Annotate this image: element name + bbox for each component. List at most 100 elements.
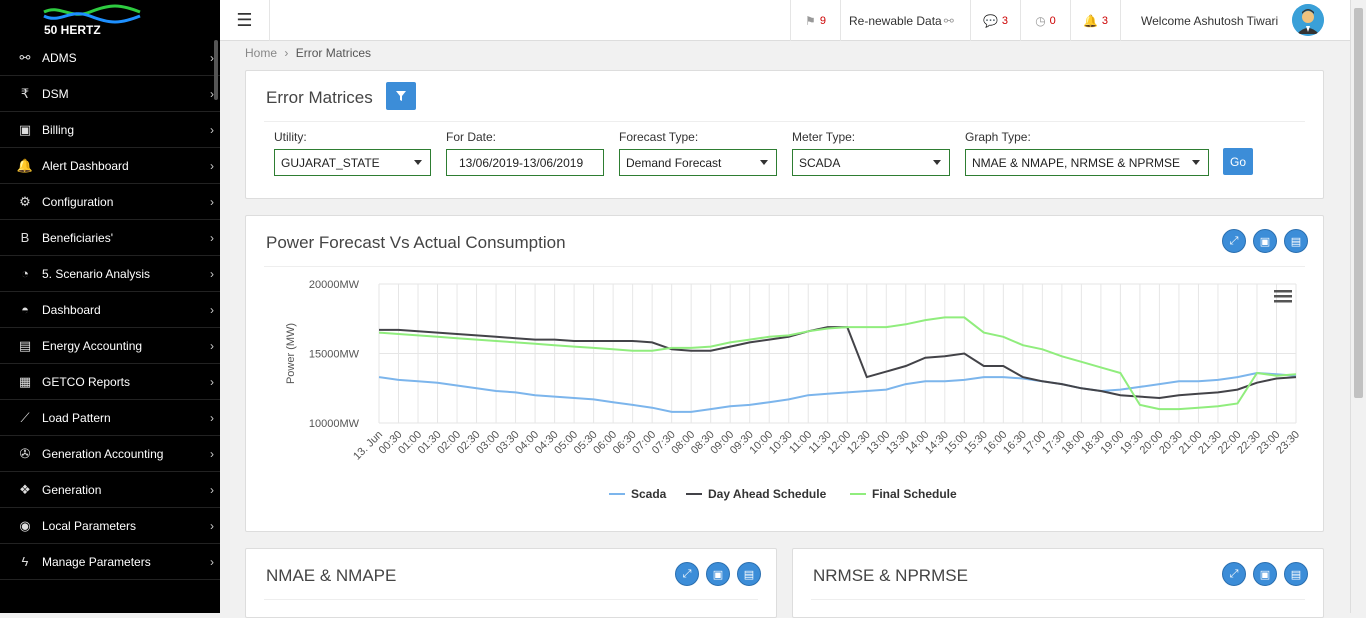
page-scrollbar[interactable] — [1350, 0, 1366, 613]
graph-type-select[interactable]: NMAE & NMAPE, NRMSE & NPRMSE — [965, 149, 1209, 176]
clock-notifications[interactable]: ◷ 0 — [1020, 0, 1070, 41]
breadcrumb-current: Error Matrices — [295, 46, 372, 60]
x-tick-label: 23:30 — [1274, 429, 1302, 457]
chart-menu-icon — [1274, 300, 1292, 303]
chevron-right-icon: › — [210, 446, 214, 461]
expand-button[interactable]: ⤢ — [675, 562, 699, 586]
sidebar-item-label: Manage Parameters — [42, 554, 151, 569]
renewable-data-link[interactable]: Re-newable Data ⚯ — [840, 0, 970, 41]
chevron-right-icon: › — [210, 338, 214, 353]
sidebar-scrollbar[interactable] — [214, 40, 218, 100]
bell-notifications[interactable]: 🔔 3 — [1070, 0, 1120, 41]
nrmse-panel-title: NRMSE & NPRMSE — [813, 566, 968, 585]
user-avatar-icon — [1292, 4, 1324, 36]
meter-type-select[interactable]: SCADA — [792, 149, 950, 176]
clock-icon: ◷ — [1035, 13, 1046, 28]
sidebar-item-adms[interactable]: ⚯ ADMS › — [0, 40, 220, 76]
export-excel-button[interactable]: ▣ — [706, 562, 730, 586]
comments-icon: 💬 — [982, 13, 998, 28]
sidebar-item-5-scenario-analysis[interactable]: ◔ 5. Scenario Analysis › — [0, 256, 220, 292]
sidebar-item-load-pattern[interactable]: ⟋ Load Pattern › — [0, 400, 220, 436]
series-line-scada — [378, 371, 1297, 413]
sidebar-item-configuration[interactable]: ⚙ Configuration › — [0, 184, 220, 220]
series-line-final-schedule — [378, 316, 1297, 411]
sidebar-item-dashboard[interactable]: ◓ Dashboard › — [0, 292, 220, 328]
chevron-right-icon: › — [210, 266, 214, 281]
chart-menu-icon — [1274, 290, 1292, 293]
forecast-type-select[interactable]: Demand Forecast — [619, 149, 777, 176]
chevron-right-icon: › — [210, 374, 214, 389]
sidebar-item-local-parameters[interactable]: ◉ Local Parameters › — [0, 508, 220, 544]
cubes-icon: ❖ — [19, 481, 31, 497]
sidebar-item-alert-dashboard[interactable]: 🔔 Alert Dashboard › — [0, 148, 220, 184]
go-button[interactable]: Go — [1223, 148, 1253, 175]
legend-item: Scada — [631, 487, 667, 501]
sidebar-item-label: 5. Scenario Analysis — [42, 266, 151, 281]
series-line-day-ahead-schedule — [379, 326, 1297, 400]
pdf-file-icon: ▤ — [1290, 568, 1302, 581]
caret-down-icon — [1192, 160, 1200, 165]
chevron-right-icon: › — [210, 410, 214, 425]
nmae-panel: NMAE & NMAPE ⤢ ▣ ▤ — [245, 548, 777, 618]
hamburger-menu-icon[interactable]: ☰ — [220, 0, 270, 41]
line-chart-icon: ⟋ — [20, 409, 30, 425]
excel-file-icon: ▣ — [1259, 568, 1271, 581]
date-range-input[interactable]: 13/06/2019-13/06/2019 — [446, 149, 604, 176]
avatar[interactable] — [1292, 4, 1324, 36]
caret-down-icon — [933, 160, 941, 165]
export-pdf-button[interactable]: ▤ — [737, 562, 761, 586]
nmae-panel-title: NMAE & NMAPE — [266, 566, 397, 585]
comments-notifications[interactable]: 💬 3 — [970, 0, 1020, 41]
export-excel-button[interactable]: ▣ — [1253, 562, 1277, 586]
logo: 50 HERTZ — [0, 0, 220, 40]
forecast-type-label: Forecast Type: — [619, 130, 699, 144]
sidebar-item-label: Energy Accounting — [42, 338, 143, 353]
sidebar-item-energy-accounting[interactable]: ▤ Energy Accounting › — [0, 328, 220, 364]
flag-icon: ⚑ — [805, 13, 816, 28]
sidebar-item-billing[interactable]: ▣ Billing › — [0, 112, 220, 148]
y-tick-label: 15000MW — [309, 349, 360, 361]
caret-down-icon — [414, 160, 422, 165]
sidebar-item-generation-accounting[interactable]: ✇ Generation Accounting › — [0, 436, 220, 472]
line-chart: 10000MW15000MW20000MWPower (MW)13. Jun00… — [285, 279, 1302, 501]
expand-button[interactable]: ⤢ — [1222, 562, 1246, 586]
sidebar: 50 HERTZ ⚯ ADMS › ₹ DSM › ▣ Billing › 🔔 Alert Dash… — [0, 0, 220, 613]
compass-icon: ◉ — [19, 517, 31, 533]
rupee-icon: ₹ — [20, 85, 30, 101]
caret-down-icon — [760, 160, 768, 165]
sidebar-item-manage-parameters[interactable]: ϟ Manage Parameters › — [0, 544, 220, 580]
sidebar-item-getco-reports[interactable]: ▦ GETCO Reports › — [0, 364, 220, 400]
sidebar-item-label: Billing — [42, 122, 75, 137]
sidebar-item-label: Alert Dashboard — [42, 158, 129, 173]
link-icon: ⚯ — [943, 13, 954, 28]
sidebar-item-generation[interactable]: ❖ Generation › — [0, 472, 220, 508]
sidebar-item-label: Configuration — [42, 194, 114, 209]
sidebar-item-label: Generation Accounting — [42, 446, 164, 461]
page-title: Error Matrices — [266, 88, 373, 107]
graph-type-label: Graph Type: — [965, 130, 1031, 144]
filter-icon — [396, 91, 406, 101]
chevron-right-icon: › — [210, 518, 214, 533]
expand-icon: ⤢ — [682, 567, 692, 580]
filter-panel: Error Matrices Utility: GUJARAT_STATE Fo… — [245, 70, 1324, 199]
chevron-right-icon: › — [210, 482, 214, 497]
flag-notifications[interactable]: ⚑ 9 — [790, 0, 840, 41]
sidebar-item-label: ADMS — [42, 50, 77, 65]
y-tick-label: 20000MW — [309, 279, 360, 291]
sidebar-item-dsm[interactable]: ₹ DSM › — [0, 76, 220, 112]
filter-toggle-button[interactable] — [386, 82, 416, 110]
bell-icon: 🔔 — [16, 157, 34, 173]
chevron-right-icon: › — [210, 554, 214, 569]
chart-panel: Power Forecast Vs Actual Consumption ⤢ ▣… — [245, 215, 1324, 532]
sidebar-item-beneficiaries[interactable]: B Beneficiaries' › — [0, 220, 220, 256]
bell-icon: 🔔 — [1082, 13, 1098, 28]
gear-icon: ⚙ — [19, 193, 31, 209]
breadcrumb-home-link[interactable]: Home — [245, 46, 277, 60]
pie-chart-icon: ◔ — [21, 266, 29, 281]
expand-icon: ⤢ — [1229, 567, 1239, 580]
renewable-label: Re-newable Data — [849, 13, 942, 28]
export-pdf-button[interactable]: ▤ — [1284, 562, 1308, 586]
utility-select[interactable]: GUJARAT_STATE — [274, 149, 431, 176]
svg-text:50 HERTZ: 50 HERTZ — [44, 23, 101, 37]
legend-item: Day Ahead Schedule — [708, 487, 827, 501]
